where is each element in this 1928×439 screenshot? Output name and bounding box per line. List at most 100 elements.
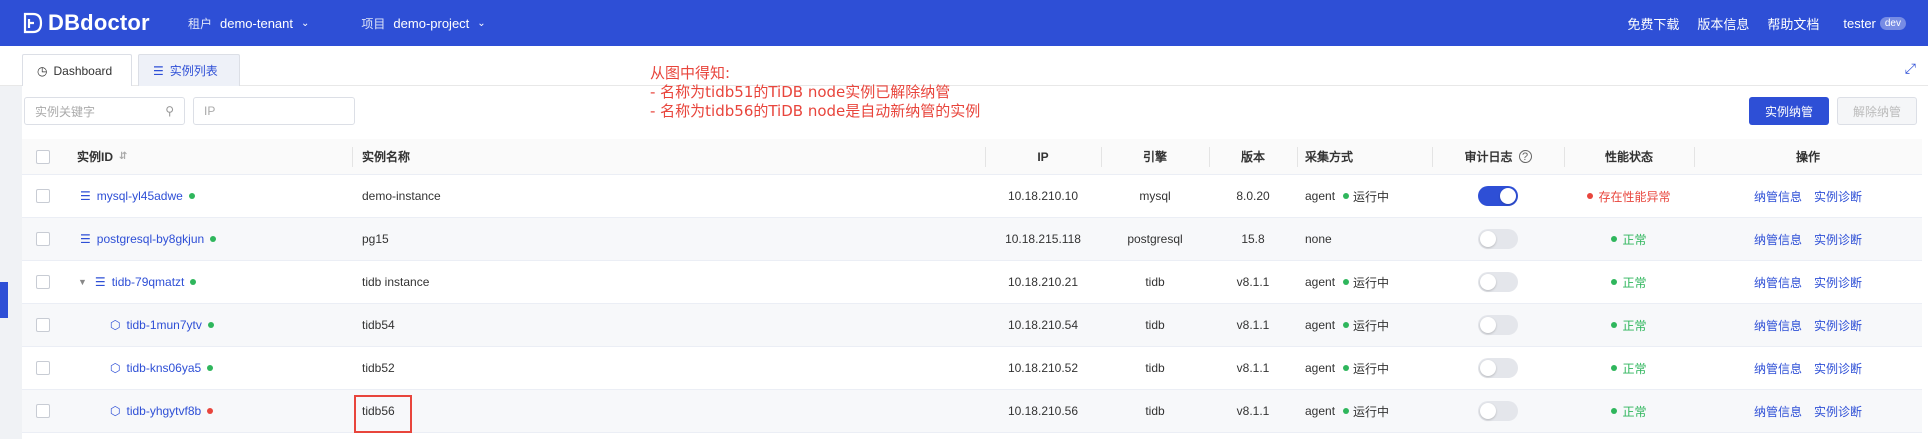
instance-status-dot	[210, 236, 217, 242]
collect-method-cell: agent 运行中	[1305, 390, 1389, 432]
table-row: ⬡ tidb-kns06ya5 tidb52 10.18.210.52 tidb…	[22, 347, 1922, 390]
fullscreen-icon[interactable]: ⤢	[1905, 60, 1916, 77]
download-link[interactable]: 免费下载	[1627, 14, 1679, 33]
collect-method-cell: none	[1305, 218, 1332, 260]
audit-log-toggle[interactable]	[1478, 315, 1518, 335]
perf-status-text: 正常	[1622, 404, 1647, 419]
manage-info-link[interactable]: 纳管信息	[1754, 403, 1802, 420]
diagnose-link[interactable]: 实例诊断	[1814, 274, 1862, 291]
instance-engine: postgresql	[1127, 232, 1183, 246]
diagnose-link[interactable]: 实例诊断	[1814, 360, 1862, 377]
instance-id-link[interactable]: postgresql-by8gkjun	[97, 232, 204, 246]
col-audit-log-label: 审计日志	[1464, 150, 1513, 164]
diagnose-link[interactable]: 实例诊断	[1814, 188, 1862, 205]
collect-status-dot	[1343, 365, 1350, 371]
perf-status: 正常	[1611, 231, 1647, 248]
instance-name: tidb54	[362, 318, 395, 332]
instance-status-dot	[190, 279, 197, 285]
side-handle[interactable]	[0, 282, 8, 318]
diagnose-link[interactable]: 实例诊断	[1814, 231, 1862, 248]
row-checkbox[interactable]	[36, 304, 50, 346]
dashboard-icon: ◷	[37, 63, 48, 78]
audit-log-toggle[interactable]	[1478, 186, 1518, 206]
annotation-line: - 名称为tidb51的TiDB node实例已解除纳管	[650, 83, 951, 101]
audit-log-cell	[1432, 175, 1564, 217]
tenant-selector[interactable]: 租户 demo-tenant ⌄	[188, 15, 309, 32]
instance-id-link[interactable]: mysql-yl45adwe	[97, 189, 183, 203]
audit-log-toggle[interactable]	[1478, 229, 1518, 249]
perf-status-text: 正常	[1622, 318, 1647, 333]
help-icon[interactable]: ?	[1518, 150, 1532, 163]
row-checkbox[interactable]	[36, 390, 50, 432]
instance-name: demo-instance	[362, 189, 441, 203]
row-checkbox[interactable]	[36, 347, 50, 389]
table-row: ⬡ tidb-1mun7ytv tidb54 10.18.210.54 tidb…	[22, 304, 1922, 347]
tab-dashboard[interactable]: ◷ Dashboard	[22, 54, 132, 86]
instance-id-cell: ▼ ☰ tidb-79qmatzt	[78, 261, 197, 303]
keyword-search-placeholder: 实例关键字	[35, 104, 96, 119]
diagnose-link[interactable]: 实例诊断	[1814, 403, 1862, 420]
collect-method-cell: agent 运行中	[1305, 261, 1389, 303]
cube-icon: ⬡	[110, 318, 121, 332]
col-instance-name: 实例名称	[362, 150, 411, 164]
table-row: ▼ ☰ tidb-79qmatzt tidb instance 10.18.21…	[22, 261, 1922, 304]
collect-method: none	[1305, 232, 1332, 246]
tenant-value: demo-tenant	[220, 15, 294, 31]
instance-id-link[interactable]: tidb-kns06ya5	[126, 361, 201, 375]
actions-cell: 纳管信息 实例诊断	[1694, 347, 1922, 389]
instance-id-link[interactable]: tidb-79qmatzt	[112, 275, 185, 289]
perf-status-dot	[1611, 322, 1618, 328]
collect-status: 运行中	[1353, 318, 1390, 333]
instance-version: v8.1.1	[1236, 275, 1270, 289]
collect-method: agent	[1305, 361, 1336, 375]
expand-caret-icon[interactable]: ▼	[78, 277, 87, 287]
tab-instance-list[interactable]: ☰ 实例列表	[138, 54, 240, 86]
project-selector[interactable]: 项目 demo-project ⌄	[361, 15, 485, 32]
col-instance-id[interactable]: 实例ID ⇵	[77, 139, 127, 174]
collect-method-cell: agent 运行中	[1305, 175, 1389, 217]
audit-log-toggle[interactable]	[1478, 358, 1518, 378]
instance-id-link[interactable]: tidb-yhgytvf8b	[126, 404, 201, 418]
perf-status-dot	[1611, 279, 1618, 285]
project-label: 项目	[361, 16, 386, 31]
instance-ip: 10.18.210.56	[1007, 404, 1079, 418]
manage-info-link[interactable]: 纳管信息	[1754, 188, 1802, 205]
audit-log-toggle[interactable]	[1478, 272, 1518, 292]
table-header-row: 实例ID ⇵ 实例名称 IP 引擎 版本 采集方式 审计日志 ? 性能状态 操作	[22, 139, 1922, 175]
instance-version: 15.8	[1241, 232, 1265, 246]
version-info-link[interactable]: 版本信息	[1697, 14, 1749, 33]
keyword-search-input[interactable]: 实例关键字 ⚲	[24, 97, 185, 125]
manage-info-link[interactable]: 纳管信息	[1754, 317, 1802, 334]
ip-search-input[interactable]: IP	[193, 97, 355, 125]
highlight-box	[354, 395, 412, 433]
help-docs-link[interactable]: 帮助文档	[1767, 14, 1819, 33]
instance-engine: mysql	[1139, 189, 1171, 203]
perf-status: 存在性能异常	[1587, 188, 1671, 205]
select-all-checkbox[interactable]	[36, 139, 50, 174]
row-checkbox[interactable]	[36, 261, 50, 303]
manage-info-link[interactable]: 纳管信息	[1754, 231, 1802, 248]
instance-engine: tidb	[1145, 404, 1165, 418]
audit-log-toggle[interactable]	[1478, 401, 1518, 421]
sort-icon[interactable]: ⇵	[119, 151, 127, 162]
row-checkbox[interactable]	[36, 175, 50, 217]
diagnose-link[interactable]: 实例诊断	[1814, 317, 1862, 334]
annotation-line: - 名称为tidb56的TiDB node是自动新纳管的实例	[650, 102, 981, 120]
manage-instance-button[interactable]: 实例纳管	[1749, 97, 1829, 125]
manage-info-link[interactable]: 纳管信息	[1754, 360, 1802, 377]
annotation-line: 从图中得知:	[650, 64, 731, 82]
instance-id-cell: ☰ mysql-yl45adwe	[80, 175, 195, 217]
collect-method: agent	[1305, 189, 1336, 203]
layers-icon: ☰	[80, 232, 91, 246]
instance-id-link[interactable]: tidb-1mun7ytv	[126, 318, 201, 332]
list-icon: ☰	[153, 63, 164, 78]
row-checkbox[interactable]	[36, 218, 50, 260]
instance-name: pg15	[362, 232, 389, 246]
unmanage-instance-button[interactable]: 解除纳管	[1837, 97, 1917, 125]
logo[interactable]: DBdoctor	[22, 10, 172, 36]
collect-status-dot	[1343, 279, 1350, 285]
col-ip: IP	[1037, 149, 1049, 164]
user-name[interactable]: tester	[1843, 16, 1876, 31]
instance-engine: tidb	[1145, 318, 1165, 332]
manage-info-link[interactable]: 纳管信息	[1754, 274, 1802, 291]
